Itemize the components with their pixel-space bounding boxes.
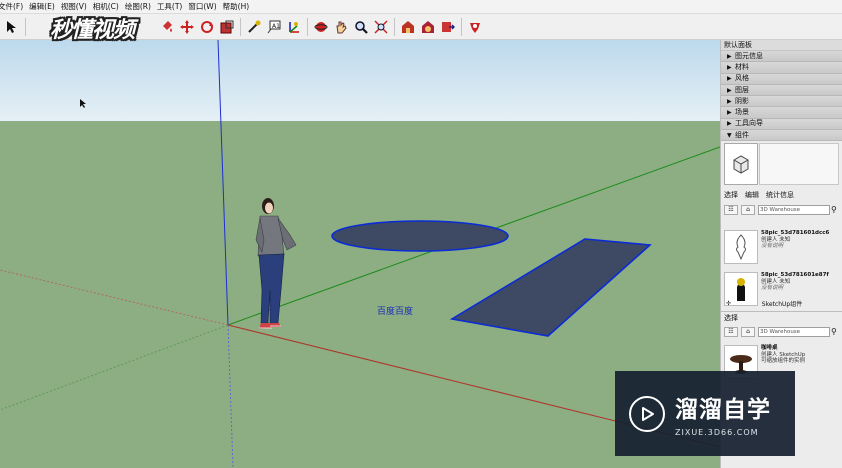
brand-url: ZIXUE.3D66.COM bbox=[675, 428, 759, 437]
expand-arrow-icon: ▶ bbox=[727, 86, 732, 94]
search-icon[interactable]: ⚲ bbox=[831, 327, 841, 336]
toolbar-divider bbox=[240, 17, 241, 36]
secondary-search-input[interactable]: 3D Warehouse bbox=[758, 326, 830, 337]
component-description-box[interactable] bbox=[759, 143, 839, 185]
brand-watermark: 溜溜自学 ZIXUE.3D66.COM bbox=[615, 371, 795, 456]
tray-materials[interactable]: ▶ 材料 bbox=[721, 62, 842, 74]
component-result[interactable]: 58pic_53d781601dcc6 创建人 未知 没有说明 bbox=[724, 230, 829, 264]
toolbar-divider bbox=[394, 17, 395, 36]
result-note: 没有说明 bbox=[761, 285, 784, 291]
expand-arrow-icon: ▶ bbox=[727, 120, 732, 128]
pan-icon[interactable] bbox=[331, 17, 350, 36]
tray-layers[interactable]: ▶ 图层 bbox=[721, 84, 842, 97]
home-icon[interactable]: ⌂ bbox=[741, 204, 755, 215]
model-viewport[interactable]: 百度百度 bbox=[0, 40, 720, 468]
tray-styles[interactable]: ▶ 风格 bbox=[721, 73, 842, 85]
sketchup-components-label: SketchUp组件 bbox=[761, 301, 803, 308]
sketchup-components-row[interactable]: ✢ SketchUp组件 bbox=[724, 299, 840, 308]
text-icon[interactable]: A1 bbox=[264, 17, 283, 36]
tab-edit[interactable]: 编辑 bbox=[745, 190, 759, 200]
tray-components[interactable]: ▼ 组件 bbox=[721, 130, 842, 142]
paint-bucket-icon[interactable] bbox=[157, 17, 176, 36]
result-name: 58pic_53d781601dcc6 bbox=[761, 230, 830, 236]
tray-entity-info[interactable]: ▶ 图元信息 bbox=[721, 51, 842, 63]
tray-shadows[interactable]: ▶ 阴影 bbox=[721, 96, 842, 108]
add-icon[interactable]: ✢ bbox=[726, 300, 731, 307]
expand-arrow-icon: ▶ bbox=[727, 109, 732, 117]
result-name: 58pic_53d781601e87f bbox=[761, 272, 829, 278]
tray-label: 图层 bbox=[735, 85, 749, 94]
extension-warehouse-icon[interactable] bbox=[465, 17, 484, 36]
tray-label: 工具向导 bbox=[735, 119, 763, 128]
panel-divider bbox=[721, 311, 842, 312]
orbit-icon[interactable] bbox=[311, 17, 330, 36]
view-options-icon[interactable]: ☷ bbox=[724, 204, 738, 215]
watermark-logo: 秒懂视频 bbox=[22, 6, 154, 43]
svg-text:A1: A1 bbox=[272, 23, 280, 30]
secondary-select-label[interactable]: 选择 bbox=[724, 313, 738, 323]
toolbar-divider bbox=[307, 17, 308, 36]
move-icon[interactable] bbox=[177, 17, 196, 36]
expand-arrow-icon: ▶ bbox=[727, 52, 732, 60]
expand-arrow-icon: ▶ bbox=[727, 63, 732, 71]
select-arrow-icon[interactable] bbox=[2, 17, 21, 36]
tab-select[interactable]: 选择 bbox=[724, 190, 738, 200]
tray-label: 图元信息 bbox=[735, 51, 763, 60]
tray-label: 组件 bbox=[735, 130, 749, 139]
collapse-arrow-icon: ▼ bbox=[727, 131, 732, 139]
play-icon bbox=[629, 395, 665, 432]
scene-text-label[interactable]: 百度百度 bbox=[377, 305, 413, 317]
scene-canvas[interactable]: 百度百度 bbox=[0, 40, 720, 468]
search-icon[interactable]: ⚲ bbox=[831, 205, 841, 214]
view-options-icon[interactable]: ☷ bbox=[724, 326, 738, 337]
axes-icon[interactable] bbox=[284, 17, 303, 36]
menu-tools[interactable]: 工具(T) bbox=[157, 1, 188, 12]
watermark-logo-text: 秒懂视频 bbox=[50, 18, 135, 43]
tray-scenes[interactable]: ▶ 场景 bbox=[721, 107, 842, 119]
tray-label: 材料 bbox=[735, 62, 749, 71]
result-description: 可缩放组件的实例 bbox=[761, 358, 806, 364]
component-preview bbox=[724, 143, 758, 185]
menu-help[interactable]: 帮助(H) bbox=[223, 1, 256, 12]
warehouse-icon[interactable] bbox=[398, 17, 417, 36]
zoom-icon[interactable] bbox=[351, 17, 370, 36]
scale-icon[interactable] bbox=[217, 17, 236, 36]
component-search-row: ☷ ⌂ 3D Warehouse ⚲ bbox=[724, 204, 841, 215]
tray-instructor[interactable]: ▶ 工具向导 bbox=[721, 118, 842, 131]
get-models-icon[interactable] bbox=[438, 17, 457, 36]
ground-plane bbox=[0, 121, 720, 468]
expand-arrow-icon: ▶ bbox=[727, 97, 732, 105]
brand-name: 溜溜自学 bbox=[675, 397, 771, 423]
result-thumbnail bbox=[724, 230, 758, 264]
tape-measure-icon[interactable] bbox=[244, 17, 263, 36]
toolbar-divider bbox=[461, 17, 462, 36]
tray-label: 场景 bbox=[735, 108, 749, 117]
zoom-extents-icon[interactable] bbox=[371, 17, 390, 36]
panel-title: 默认面板 bbox=[721, 40, 842, 51]
tray-label: 阴影 bbox=[735, 96, 749, 105]
tab-statistics[interactable]: 统计信息 bbox=[766, 190, 794, 200]
secondary-search-row: ☷ ⌂ 3D Warehouse ⚲ bbox=[724, 326, 841, 337]
component-tabs: 选择 编辑 统计信息 bbox=[724, 190, 801, 200]
home-icon[interactable]: ⌂ bbox=[741, 326, 755, 337]
share-model-icon[interactable] bbox=[418, 17, 437, 36]
cube-icon bbox=[733, 155, 749, 174]
tray-label: 风格 bbox=[735, 74, 749, 83]
menu-window[interactable]: 窗口(W) bbox=[188, 1, 222, 12]
ellipse-face[interactable] bbox=[331, 220, 509, 252]
sky bbox=[0, 40, 720, 122]
warehouse-search-input[interactable]: 3D Warehouse bbox=[758, 204, 830, 215]
result-note: 没有说明 bbox=[761, 243, 784, 249]
expand-arrow-icon: ▶ bbox=[727, 75, 732, 83]
rotate-icon[interactable] bbox=[197, 17, 216, 36]
